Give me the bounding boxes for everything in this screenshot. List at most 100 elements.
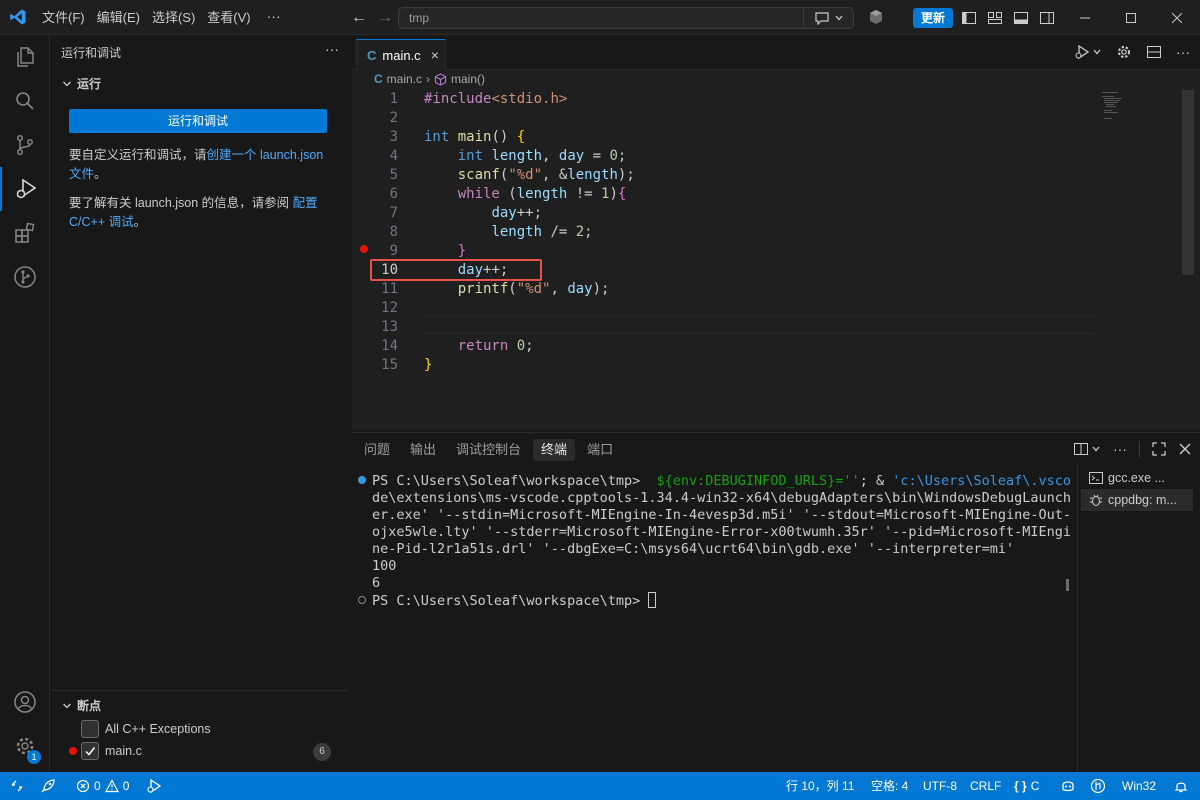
command-success-dot-icon: [358, 476, 366, 484]
breadcrumb: C main.c › main(): [374, 72, 485, 86]
maximize-panel-icon[interactable]: [1152, 442, 1166, 456]
manage-gear-icon[interactable]: 1: [0, 724, 50, 768]
live-share-indicator[interactable]: [40, 772, 56, 800]
terminal-instance-gcc[interactable]: gcc.exe ...: [1081, 467, 1193, 489]
breakpoint-row-main-c[interactable]: main.c: [81, 740, 142, 762]
split-editor-icon[interactable]: [1146, 44, 1162, 60]
cpp-exceptions-checkbox[interactable]: [81, 720, 99, 738]
terminal-instance-cppdbg[interactable]: cppdbg: m...: [1081, 489, 1193, 511]
extension-cube-icon[interactable]: [868, 9, 884, 28]
menu-selection[interactable]: 选择(S): [146, 0, 201, 35]
run-section-header[interactable]: 运行: [61, 75, 101, 92]
toggle-primary-sidebar-icon[interactable]: [961, 10, 977, 29]
toggle-panel-icon[interactable]: [1013, 10, 1029, 29]
warning-count: 0: [122, 779, 130, 793]
error-count: 0: [94, 779, 101, 793]
remote-indicator[interactable]: [10, 772, 24, 800]
code-line-1: #include<stdio.h>: [424, 91, 568, 107]
language-mode[interactable]: { } C: [1014, 772, 1039, 800]
menu-file[interactable]: 文件(F): [36, 0, 91, 35]
tab-close-icon[interactable]: ×: [431, 47, 439, 63]
terminal-scroll-sash[interactable]: [1066, 579, 1069, 591]
end-of-line[interactable]: CRLF: [970, 772, 1001, 800]
code-line-4: int length, day = 0;: [457, 148, 627, 164]
cursor-position[interactable]: 行 10，列 11: [786, 772, 854, 800]
path-text: 'c:\Users\Soleaf\.vsco: [892, 473, 1072, 489]
breadcrumb-file[interactable]: main.c: [387, 72, 422, 86]
run-and-debug-button[interactable]: 运行和调试: [69, 109, 327, 133]
back-arrow-icon[interactable]: ←: [346, 9, 372, 27]
tab-debug-console[interactable]: 调试控制台: [448, 439, 529, 461]
editor-more-actions-icon[interactable]: ···: [1176, 44, 1190, 60]
panel-more-actions-icon[interactable]: ···: [1113, 441, 1127, 457]
menu-view[interactable]: 查看(V): [201, 0, 256, 35]
terminal-line: ojxe5wle.lty' '--stderr=Microsoft-MIEngi…: [372, 524, 1071, 540]
tab-ports[interactable]: 端口: [579, 439, 621, 461]
bottom-panel: 问题 输出 调试控制台 终端 端口 ··· PS C:\Users\Soleaf…: [352, 432, 1200, 773]
line-number: 4: [389, 148, 398, 164]
code-line-6: while (length != 1){: [457, 186, 627, 202]
editor-scrollbar[interactable]: [1182, 90, 1194, 275]
close-panel-icon[interactable]: [1178, 442, 1192, 456]
terminal-line: PS C:\Users\Soleaf\workspace\tmp> ${env:…: [358, 473, 1072, 490]
encoding[interactable]: UTF-8: [923, 772, 957, 800]
help-text-launch: 要自定义运行和调试，请创建一个 launch.json 文件。: [69, 146, 339, 184]
tab-output[interactable]: 输出: [402, 439, 444, 461]
indentation[interactable]: 空格: 4: [871, 772, 908, 800]
chevron-down-icon: [1093, 49, 1101, 55]
run-debug-dropdown[interactable]: [1074, 44, 1102, 60]
editor-group: C main.c × ··· C main.c › main() 1 #inclu…: [352, 35, 1200, 430]
tab-terminal[interactable]: 终端: [533, 439, 576, 461]
tab-main-c[interactable]: C main.c ×: [356, 39, 446, 70]
close-button[interactable]: [1154, 0, 1200, 35]
debug-launch-indicator[interactable]: [146, 772, 162, 800]
sidebar-more-actions-icon[interactable]: ···: [325, 41, 339, 57]
maximize-button[interactable]: [1108, 0, 1154, 35]
copilot-status[interactable]: [1060, 772, 1076, 800]
forward-arrow-icon[interactable]: →: [372, 9, 398, 27]
copilot-button[interactable]: [803, 7, 853, 29]
source-control-icon[interactable]: [0, 123, 50, 167]
toggle-secondary-sidebar-icon[interactable]: [1039, 10, 1055, 29]
accounts-status[interactable]: [1090, 772, 1106, 800]
highlight-annotation-box: [370, 259, 542, 281]
update-button[interactable]: 更新: [913, 8, 953, 28]
vscode-logo-icon: [0, 0, 36, 35]
breakpoint-row-cpp-exceptions[interactable]: All C++ Exceptions: [81, 718, 211, 740]
terminal-output-line: 100: [372, 558, 397, 574]
tab-label: main.c: [382, 47, 421, 63]
terminal-list: gcc.exe ... cppdbg: m...: [1077, 465, 1200, 773]
minimap[interactable]: [1100, 90, 1180, 130]
help-text-configure: 要了解有关 launch.json 的信息，请参阅 配置 C/C++ 调试。: [69, 194, 339, 232]
chat-icon: [814, 12, 829, 25]
main-c-checkbox[interactable]: [81, 742, 99, 760]
customize-layout-icon[interactable]: [987, 10, 1003, 29]
menu-edit[interactable]: 编辑(E): [91, 0, 146, 35]
line-number: 1: [389, 91, 398, 107]
terminal-output[interactable]: PS C:\Users\Soleaf\workspace\tmp> ${env:…: [358, 473, 1072, 610]
breakpoints-divider: [51, 690, 348, 691]
code-line-8: length /= 2;: [491, 224, 593, 240]
split-terminal-dropdown[interactable]: [1073, 441, 1101, 457]
help1-prefix: 要自定义运行和调试，请: [69, 148, 207, 162]
menu-more-button[interactable]: ···: [257, 0, 291, 35]
platform-indicator[interactable]: Win32: [1122, 772, 1156, 800]
run-and-debug-icon[interactable]: [0, 167, 50, 211]
chevron-down-icon: [835, 15, 842, 21]
code-line-15: }: [424, 357, 433, 373]
breadcrumb-symbol[interactable]: main(): [451, 72, 485, 86]
notifications-bell-icon[interactable]: [1174, 772, 1188, 800]
problems-indicator[interactable]: 0 0: [76, 772, 129, 800]
panel-tabs: 问题 输出 调试控制台 终端 端口: [356, 439, 621, 461]
settings-gear-icon[interactable]: [1116, 44, 1132, 60]
breakpoints-section-header[interactable]: 断点: [61, 697, 101, 714]
git-graph-icon[interactable]: [0, 255, 50, 299]
search-icon[interactable]: [0, 79, 50, 123]
account-icon[interactable]: [0, 680, 50, 724]
extensions-icon[interactable]: [0, 211, 50, 255]
tab-problems[interactable]: 问题: [356, 439, 398, 461]
explorer-icon[interactable]: [0, 35, 50, 79]
minimize-button[interactable]: [1062, 0, 1108, 35]
help1-suffix: 。: [94, 167, 107, 181]
command-center-search[interactable]: tmp: [398, 7, 854, 29]
